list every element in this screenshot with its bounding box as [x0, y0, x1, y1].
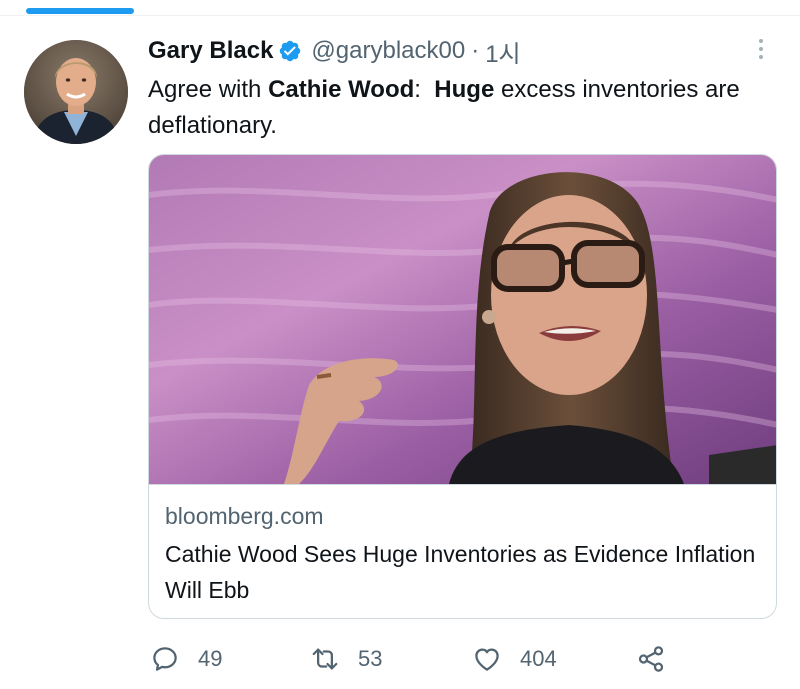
like-icon	[475, 648, 499, 671]
share-icon	[638, 646, 664, 672]
retweet-button[interactable]: 53	[310, 640, 382, 678]
like-count: 404	[520, 646, 557, 671]
more-icon[interactable]	[746, 34, 776, 64]
tab-indicator	[26, 8, 134, 14]
like-button[interactable]: 404	[472, 640, 557, 678]
retweet-count: 53	[358, 646, 383, 671]
tweet-header: Gary Black @garyblack00 · 1시	[148, 33, 521, 69]
retweet-icon	[312, 648, 338, 670]
tweet-text: Agree with Cathie Wood: Huge excess inve…	[148, 72, 784, 144]
tweet-actions: 49 53 404	[150, 640, 750, 678]
reply-button[interactable]: 49	[150, 640, 222, 678]
tweet-text-bold1: Cathie Wood	[268, 76, 415, 103]
share-button[interactable]	[636, 640, 666, 678]
tweet-text-bold2: Huge	[434, 76, 495, 103]
tweet-text-part2: :	[414, 76, 435, 103]
card-image	[149, 155, 776, 484]
reply-count: 49	[198, 646, 223, 671]
link-preview-card[interactable]: bloomberg.com Cathie Wood Sees Huge Inve…	[148, 154, 777, 619]
card-meta: bloomberg.com Cathie Wood Sees Huge Inve…	[149, 484, 776, 618]
tweet-text-part1: Agree with	[148, 76, 269, 103]
author-handle[interactable]: @garyblack00	[311, 37, 465, 65]
author-display-name[interactable]: Gary Black	[148, 37, 273, 65]
tweet-timestamp[interactable]: 1시	[485, 34, 520, 69]
verified-icon	[278, 39, 302, 63]
avatar-image	[24, 40, 128, 144]
separator-dot: ·	[471, 37, 480, 64]
top-divider	[0, 15, 800, 16]
more-dot	[759, 47, 763, 51]
card-domain: bloomberg.com	[165, 503, 324, 529]
card-title: Cathie Wood Sees Huge Inventories as Evi…	[165, 541, 756, 603]
avatar[interactable]	[24, 40, 128, 144]
more-dot	[759, 55, 763, 59]
reply-icon	[153, 647, 177, 671]
more-dot	[759, 39, 763, 43]
